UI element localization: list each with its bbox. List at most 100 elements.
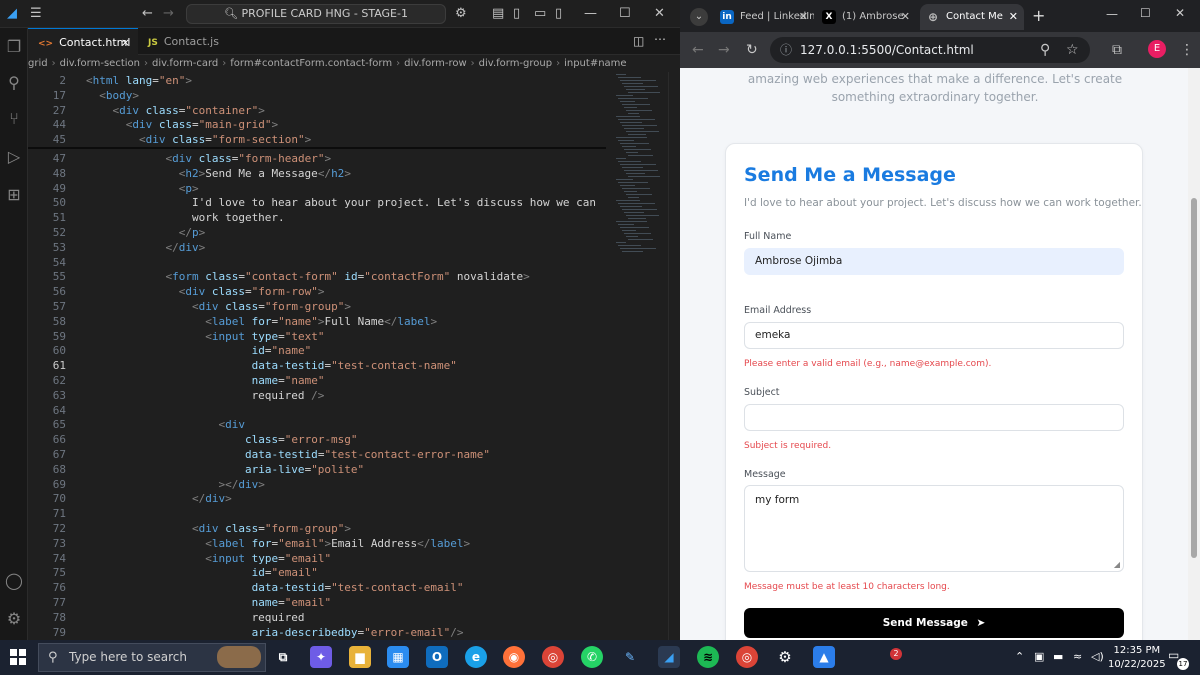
- code-line[interactable]: 55 <form class="contact-form" id="contac…: [28, 270, 608, 285]
- tray-chevron-icon[interactable]: ⌃: [1015, 650, 1024, 663]
- code-line[interactable]: 72 <div class="form-group">: [28, 522, 608, 537]
- photos-icon[interactable]: ▲: [813, 646, 835, 668]
- code-line[interactable]: 69 ></div>: [28, 478, 608, 493]
- search-icon[interactable]: ⚲: [3, 72, 25, 94]
- code-line[interactable]: 54: [28, 256, 608, 271]
- menu-icon[interactable]: ☰: [30, 5, 42, 23]
- postman-icon[interactable]: ✎: [619, 646, 641, 668]
- code-line[interactable]: 59 <input type="text": [28, 330, 608, 345]
- email-input[interactable]: emeka: [744, 322, 1124, 349]
- close-window-icon[interactable]: ✕: [1175, 6, 1185, 20]
- run-debug-icon[interactable]: ▷: [3, 146, 25, 168]
- zoom-icon[interactable]: ⚲: [1040, 41, 1050, 59]
- tab-search-icon[interactable]: ⌄: [690, 8, 708, 26]
- breadcrumb-item[interactable]: input#name: [564, 58, 626, 69]
- code-line[interactable]: 53 </div>: [28, 241, 608, 256]
- chrome-icon[interactable]: ◎: [542, 646, 564, 668]
- close-tab-icon[interactable]: ✕: [901, 4, 910, 30]
- subject-input[interactable]: [744, 404, 1124, 431]
- new-tab-icon[interactable]: +: [1032, 6, 1045, 25]
- task-view-icon[interactable]: ⧉: [272, 646, 294, 668]
- chrome-menu-icon[interactable]: ⋮: [1180, 41, 1194, 59]
- breadcrumb-item[interactable]: grid: [28, 58, 48, 69]
- code-line[interactable]: 75 id="email": [28, 566, 608, 581]
- code-line[interactable]: 45 <div class="form-section">: [28, 133, 608, 148]
- code-line[interactable]: 44 <div class="main-grid">: [28, 118, 608, 133]
- name-input[interactable]: Ambrose Ojimba: [744, 248, 1124, 275]
- breadcrumb-item[interactable]: div.form-group: [479, 58, 552, 69]
- breadcrumb-item[interactable]: div.form-section: [60, 58, 140, 69]
- code-line[interactable]: 52 </p>: [28, 226, 608, 241]
- code-line[interactable]: 50 I'd love to hear about your project. …: [28, 196, 608, 211]
- copilot-icon[interactable]: ✦: [310, 646, 332, 668]
- site-info-icon[interactable]: ⓘ: [780, 37, 792, 63]
- outlook-icon[interactable]: O: [426, 646, 448, 668]
- code-line[interactable]: 47 <div class="form-header">: [28, 152, 608, 167]
- more-actions-icon[interactable]: ⋯: [654, 32, 666, 46]
- tray-app-icon[interactable]: ▣: [1034, 650, 1044, 663]
- layout-icon[interactable]: ▤: [492, 5, 504, 23]
- spotify-icon[interactable]: ≋: [697, 646, 719, 668]
- back-arrow-icon[interactable]: ←: [692, 41, 704, 59]
- resize-handle-icon[interactable]: ◢: [1114, 560, 1120, 569]
- profile-avatar[interactable]: E: [1148, 40, 1166, 58]
- toggle-panel-icon[interactable]: ▭: [534, 5, 546, 23]
- windows-start-icon[interactable]: [10, 649, 26, 665]
- file-explorer-icon[interactable]: ▆: [349, 646, 371, 668]
- scrollbar-thumb[interactable]: [1191, 198, 1197, 558]
- toggle-sidebar-icon[interactable]: ▯: [513, 5, 520, 23]
- code-line[interactable]: 76 data-testid="test-contact-email": [28, 581, 608, 596]
- code-line[interactable]: 78 required: [28, 611, 608, 626]
- code-line[interactable]: 65 <div: [28, 418, 608, 433]
- extensions-icon[interactable]: ⊞: [3, 184, 25, 206]
- back-arrow-icon[interactable]: ←: [142, 5, 153, 23]
- close-tab-icon[interactable]: ✕: [799, 4, 808, 30]
- settings-gear-icon[interactable]: ⚙: [3, 608, 25, 630]
- vscode-icon[interactable]: ◢: [658, 646, 680, 668]
- command-center-search[interactable]: 🔍︎ PROFILE CARD HNG - STAGE-1: [186, 4, 446, 24]
- breadcrumb-item[interactable]: div.form-row: [404, 58, 467, 69]
- code-line[interactable]: 62 name="name": [28, 374, 608, 389]
- chrome-profile-icon[interactable]: ◎: [736, 646, 758, 668]
- extensions-icon[interactable]: ⧉: [1112, 41, 1122, 59]
- code-line[interactable]: 77 name="email": [28, 596, 608, 611]
- settings-gear-icon[interactable]: ⚙: [774, 646, 796, 668]
- breadcrumb-item[interactable]: div.form-card: [152, 58, 218, 69]
- split-editor-icon[interactable]: ◫: [633, 34, 644, 48]
- browser-tab-contact[interactable]: ⊕ Contact Me ✕: [920, 4, 1024, 30]
- close-window-icon[interactable]: ✕: [654, 5, 665, 23]
- forward-arrow-icon[interactable]: →: [163, 5, 174, 23]
- code-line[interactable]: 56 <div class="form-row">: [28, 285, 608, 300]
- close-tab-icon[interactable]: ×: [121, 29, 130, 56]
- code-line[interactable]: 64: [28, 404, 608, 419]
- code-line[interactable]: 68 aria-live="polite": [28, 463, 608, 478]
- copilot-icon[interactable]: ⚙: [455, 5, 467, 23]
- code-line[interactable]: 63 required />: [28, 389, 608, 404]
- wifi-icon[interactable]: ≈: [1073, 650, 1082, 663]
- code-line[interactable]: 17 <body>: [28, 89, 608, 104]
- whatsapp-icon[interactable]: ✆: [581, 646, 603, 668]
- system-clock[interactable]: 12:35 PM 10/22/2025: [1108, 644, 1166, 672]
- edge-icon[interactable]: e: [465, 646, 487, 668]
- code-line[interactable]: 70 </div>: [28, 492, 608, 507]
- code-line[interactable]: 61 data-testid="test-contact-name": [28, 359, 608, 374]
- code-line[interactable]: 71: [28, 507, 608, 522]
- forward-arrow-icon[interactable]: →: [718, 41, 730, 59]
- code-line[interactable]: 2 <html lang="en">: [28, 74, 608, 89]
- send-message-button[interactable]: Send Message ➤: [744, 608, 1124, 638]
- taskbar-search[interactable]: ⚲ Type here to search: [38, 643, 266, 672]
- reload-icon[interactable]: ↻: [746, 41, 758, 59]
- explorer-icon[interactable]: ❐: [3, 36, 25, 58]
- battery-icon[interactable]: ▬: [1053, 650, 1063, 663]
- minimap[interactable]: [612, 72, 664, 640]
- code-line[interactable]: 60 id="name": [28, 344, 608, 359]
- firefox-icon[interactable]: ◉: [503, 646, 525, 668]
- code-line[interactable]: 74 <input type="email": [28, 552, 608, 567]
- code-line[interactable]: 48 <h2>Send Me a Message</h2>: [28, 167, 608, 182]
- bookmark-star-icon[interactable]: ☆: [1066, 41, 1079, 59]
- code-line[interactable]: 49 <p>: [28, 182, 608, 197]
- code-line[interactable]: 79 aria-describedby="error-email"/>: [28, 626, 608, 640]
- message-textarea[interactable]: my form ◢: [744, 485, 1124, 572]
- minimize-icon[interactable]: —: [584, 5, 597, 23]
- code-editor[interactable]: 2 <html lang="en"> 17 <body> 27 <div class=…: [28, 72, 680, 640]
